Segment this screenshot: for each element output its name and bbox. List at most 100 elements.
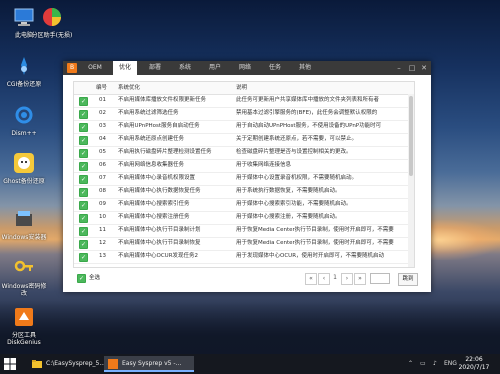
tab-oem[interactable]: OEM <box>83 61 107 75</box>
goto-button[interactable]: 跳到 <box>398 273 418 286</box>
desktop-icon-label: Dism++ <box>11 130 37 137</box>
desktop-icon-label: 分区助手(无损) <box>31 32 73 39</box>
row-id: 05 <box>99 149 106 155</box>
row-checkbox[interactable]: ✓ <box>79 201 88 210</box>
row-name: 不启用媒体中心录音机权限设置 <box>118 175 196 181</box>
tray-arrow-icon[interactable]: ⌃ <box>408 354 413 374</box>
tab-system[interactable]: 系统 <box>173 61 197 75</box>
row-checkbox[interactable]: ✓ <box>79 149 88 158</box>
row-desc: 用于媒体中心搜索索引功能，不需要随机启动。 <box>236 201 352 207</box>
row-desc: 用于媒体中心设置录音机权限，不需要随机启动。 <box>236 175 358 181</box>
row-checkbox[interactable]: ✓ <box>79 188 88 197</box>
table-row[interactable]: ✓ 08 不启用媒体中心执行数据恢复任务 用于系统执行数据恢复，不需要随机启动。 <box>74 185 414 199</box>
gear-icon <box>15 106 33 124</box>
row-id: 07 <box>99 175 106 181</box>
windows-start-icon[interactable] <box>4 358 16 370</box>
network-icon[interactable]: ▭ <box>420 354 426 374</box>
row-name: 不启用系统过滤筛选任务 <box>118 110 179 116</box>
taskbar: C:\EasySysprep_5... Easy Sysprep v5 -...… <box>0 354 500 374</box>
desktop-icon-partition-assistant[interactable]: 分区助手(无损) <box>28 6 76 39</box>
desktop-icon-windows-password[interactable]: Windows密码修改 <box>0 257 48 297</box>
row-checkbox[interactable]: ✓ <box>79 253 88 262</box>
table-row[interactable]: ✓ 02 不启用系统过滤筛选任务 禁用基本过滤引擎服务的(BFE)，此任务会调整默认权… <box>74 107 414 121</box>
header-desc: 说明 <box>236 85 248 91</box>
desktop-icon-ghost[interactable]: Ghost备份还原 <box>0 152 48 185</box>
table-scrollbar[interactable] <box>408 94 414 267</box>
scrollbar-thumb[interactable] <box>409 96 413 176</box>
maximize-button[interactable]: □ <box>406 61 418 75</box>
table-row[interactable]: ✓ 13 不启用媒体中心OCUR发现任务2 用于发现媒体中心OCUR，使用时开启即可，… <box>74 250 414 264</box>
row-desc: 关于定期创建系统还原点，若不需要，可以禁止。 <box>236 136 358 142</box>
next-page-button[interactable]: › <box>341 273 353 285</box>
tab-task[interactable]: 任务 <box>263 61 287 75</box>
row-checkbox[interactable]: ✓ <box>79 110 88 119</box>
row-name: 不启用UPnPHost服务自启动任务 <box>118 123 200 129</box>
row-name: 不启用网络信息收集器任务 <box>118 162 185 168</box>
close-button[interactable]: ✕ <box>418 61 430 75</box>
first-page-button[interactable]: « <box>305 273 317 285</box>
table-row[interactable]: ✓ 12 不启用媒体中心执行节目录制恢复 用于恢复Media Center执行节目录制… <box>74 237 414 251</box>
row-name: 不启用系统还原点创建任务 <box>118 136 185 142</box>
row-id: 11 <box>99 227 106 233</box>
row-name: 不启用媒体中心执行数据恢复任务 <box>118 188 201 194</box>
row-name: 不启用媒体中心执行节目录制计划 <box>118 227 201 233</box>
partition-assistant-icon <box>43 8 61 26</box>
table-row[interactable]: ✓ 03 不启用UPnPHost服务自启动任务 用于自动启动UPnPHost服务，不使… <box>74 120 414 134</box>
last-page-button[interactable]: » <box>354 273 366 285</box>
desktop-icon-diskgenius[interactable]: 分区工具DiskGenius <box>0 306 48 346</box>
row-name: 不启用媒体库播放文件权限更新任务 <box>118 97 207 103</box>
row-id: 08 <box>99 188 106 194</box>
table-row[interactable]: ✓ 01 不启用媒体库播放文件权限更新任务 此任务可更新用户共享媒体库中播放的文件夹列… <box>74 94 414 108</box>
table-row[interactable]: ✓ 05 不启用执行磁盘碎片整理检测设置任务 检查磁盘碎片整理是否与设置控制相关的更改… <box>74 146 414 160</box>
row-desc: 禁用基本过滤引擎服务的(BFE)，此任务会调整默认权限的 <box>236 110 378 116</box>
row-checkbox[interactable]: ✓ <box>79 162 88 171</box>
select-all-label: 全选 <box>89 275 101 281</box>
tab-user[interactable]: 用户 <box>203 61 227 75</box>
desktop-icon-label: CGI备份还原 <box>6 81 42 88</box>
row-id: 02 <box>99 110 106 116</box>
table-row[interactable]: ✓ 09 不启用媒体中心搜索索引任务 用于媒体中心搜索索引功能，不需要随机启动。 <box>74 198 414 212</box>
prev-page-button[interactable]: ‹ <box>318 273 330 285</box>
row-checkbox[interactable]: ✓ <box>79 123 88 132</box>
row-checkbox[interactable]: ✓ <box>79 214 88 223</box>
easy-sysprep-icon <box>108 359 118 369</box>
key-icon <box>14 260 33 272</box>
taskbar-item-easy-sysprep[interactable]: Easy Sysprep v5 -... <box>104 356 194 372</box>
tab-other[interactable]: 其他 <box>293 61 317 75</box>
clock[interactable]: 22:06 2020/7/17 <box>454 356 494 372</box>
row-checkbox[interactable]: ✓ <box>79 97 88 106</box>
page-number-input[interactable] <box>370 273 390 284</box>
diskgenius-icon <box>15 308 33 326</box>
taskbar-item-explorer[interactable]: C:\EasySysprep_5... <box>28 356 114 372</box>
row-id: 06 <box>99 162 106 168</box>
row-checkbox[interactable]: ✓ <box>79 227 88 236</box>
table-row[interactable]: ✓ 06 不启用网络信息收集器任务 用于收集网络连接信息 <box>74 159 414 173</box>
row-desc: 用于恢复Media Center执行节目录制，使用时开启即可，不需要 <box>236 240 394 246</box>
desktop-icon-cgi[interactable]: CGI备份还原 <box>0 55 48 88</box>
desktop-icon-dism[interactable]: Dism++ <box>0 104 48 137</box>
row-id: 12 <box>99 240 106 246</box>
table-row[interactable]: ✓ 04 不启用系统还原点创建任务 关于定期创建系统还原点，若不需要，可以禁止。 <box>74 133 414 147</box>
tab-deploy[interactable]: 部署 <box>143 61 167 75</box>
tab-optimize[interactable]: 优化 <box>113 61 137 75</box>
row-desc: 用于发现媒体中心OCUR，使用时开启即可，不需要随机启动 <box>236 253 385 259</box>
row-checkbox[interactable]: ✓ <box>79 175 88 184</box>
desktop-background: 此电脑 分区助手(无损) CGI备份还原 Dism++ Ghost备份还原 Wi… <box>0 0 500 374</box>
table-row[interactable]: ✓ 07 不启用媒体中心录音机权限设置 用于媒体中心设置录音机权限，不需要随机启动。 <box>74 172 414 186</box>
row-checkbox[interactable]: ✓ <box>79 136 88 145</box>
header-id: 编号 <box>96 85 108 91</box>
ghost-icon <box>14 153 34 173</box>
minimize-button[interactable]: – <box>393 61 405 75</box>
table-row[interactable]: ✓ 10 不启用媒体中心搜索注册任务 用于媒体中心搜索注册，不需要随机启动。 <box>74 211 414 225</box>
clock-time: 22:06 <box>465 356 483 363</box>
table-row[interactable]: ✓ 11 不启用媒体中心执行节目录制计划 用于恢复Media Center执行节目录制… <box>74 224 414 238</box>
volume-icon[interactable]: ♪ <box>433 354 437 374</box>
row-name: 不启用媒体中心OCUR发现任务2 <box>118 253 199 259</box>
tab-network[interactable]: 网络 <box>233 61 257 75</box>
check-icon: ✓ <box>77 274 86 283</box>
row-desc: 检查磁盘碎片整理是否与设置控制相关的更改。 <box>236 149 352 155</box>
row-name: 不启用媒体中心搜索索引任务 <box>118 201 190 207</box>
row-checkbox[interactable]: ✓ <box>79 240 88 249</box>
desktop-icon-windows-installer[interactable]: Windows安装器 <box>0 208 48 241</box>
app-logo: B <box>67 63 77 73</box>
